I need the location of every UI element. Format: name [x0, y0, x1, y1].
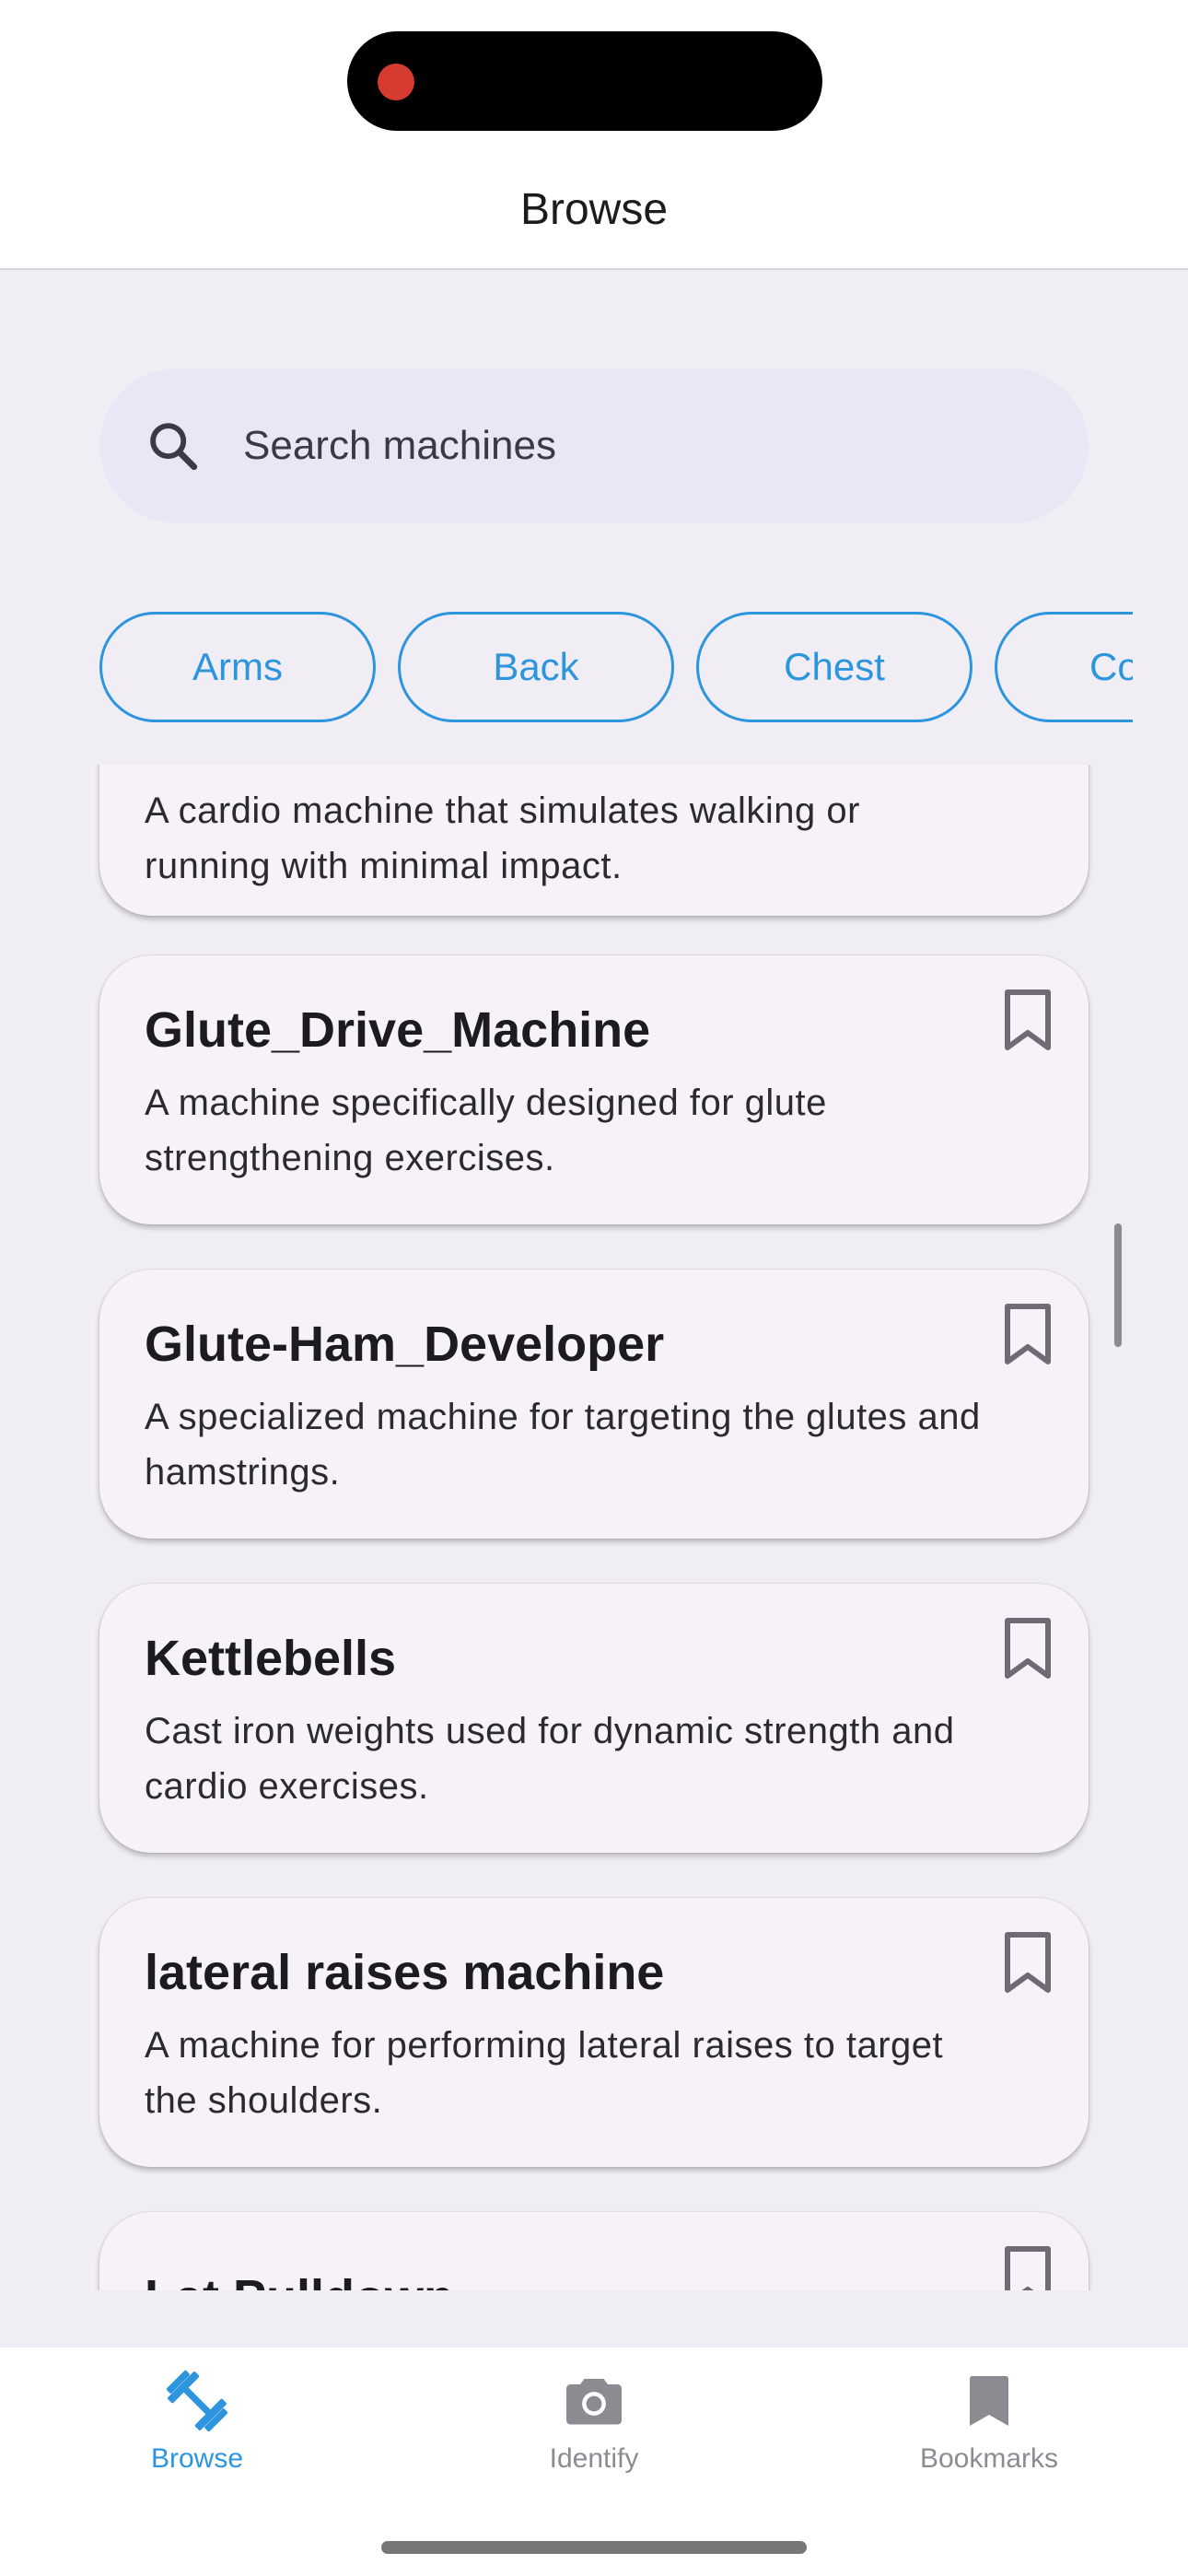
card-title: lateral raises machine — [145, 1945, 665, 2000]
home-indicator[interactable] — [381, 2541, 807, 2554]
chip-back[interactable]: Back — [398, 612, 674, 722]
card-description: A machine specifically designed for glut… — [145, 1083, 827, 1178]
dynamic-island — [347, 31, 822, 131]
camera-icon — [566, 2379, 622, 2425]
chip-partial[interactable]: Co — [995, 612, 1133, 722]
search-input[interactable] — [243, 369, 1054, 523]
card-title: Glute_Drive_Machine — [145, 1002, 651, 1058]
recording-indicator-icon — [378, 64, 414, 100]
dumbbell-icon — [166, 2370, 228, 2432]
bookmark-outline-icon[interactable] — [1002, 2245, 1054, 2290]
nav-label: Browse — [150, 2443, 244, 2474]
card-description: A machine for performing lateral raises … — [145, 2025, 944, 2121]
nav-browse[interactable]: Browse — [59, 2348, 335, 2486]
top-app-bar: Browse — [0, 0, 1188, 270]
card-title: Lat Pulldown — [145, 2269, 454, 2290]
card-title: Glute-Ham_Developer — [145, 1317, 665, 1372]
list-item[interactable]: Glute_Drive_Machine A machine specifical… — [99, 955, 1089, 1224]
card-title: Kettlebells — [145, 1631, 397, 1686]
scrollbar[interactable] — [1114, 1224, 1122, 1347]
list-item[interactable]: Lat Pulldown — [99, 2212, 1089, 2290]
chip-arms[interactable]: Arms — [99, 612, 376, 722]
list-item[interactable]: Glute-Ham_Developer A specialized machin… — [99, 1270, 1089, 1539]
nav-identify[interactable]: Identify — [456, 2348, 732, 2486]
list-item[interactable]: A cardio machine that simulates walking … — [99, 765, 1089, 916]
bookmark-outline-icon[interactable] — [1002, 1931, 1054, 1996]
nav-bookmarks[interactable]: Bookmarks — [851, 2348, 1127, 2486]
category-chips: Arms Back Chest Co — [99, 612, 1133, 724]
card-description: A specialized machine for targeting the … — [145, 1397, 981, 1493]
bookmark-outline-icon[interactable] — [1002, 1617, 1054, 1681]
chip-chest[interactable]: Chest — [696, 612, 973, 722]
bookmark-outline-icon[interactable] — [1002, 989, 1054, 1053]
card-description: A cardio machine that simulates walking … — [145, 790, 860, 886]
search-bar[interactable] — [99, 369, 1089, 523]
bookmark-icon — [970, 2376, 1008, 2426]
bookmark-outline-icon[interactable] — [1002, 1303, 1054, 1367]
nav-label: Identify — [549, 2443, 639, 2474]
nav-label: Bookmarks — [919, 2443, 1059, 2474]
list-item[interactable]: lateral raises machine A machine for per… — [99, 1898, 1089, 2167]
page-title: Browse — [519, 185, 669, 234]
list-item[interactable]: Kettlebells Cast iron weights used for d… — [99, 1584, 1089, 1853]
machine-list[interactable]: A cardio machine that simulates walking … — [0, 765, 1188, 2290]
search-icon — [150, 423, 198, 471]
card-description: Cast iron weights used for dynamic stren… — [145, 1711, 955, 1807]
